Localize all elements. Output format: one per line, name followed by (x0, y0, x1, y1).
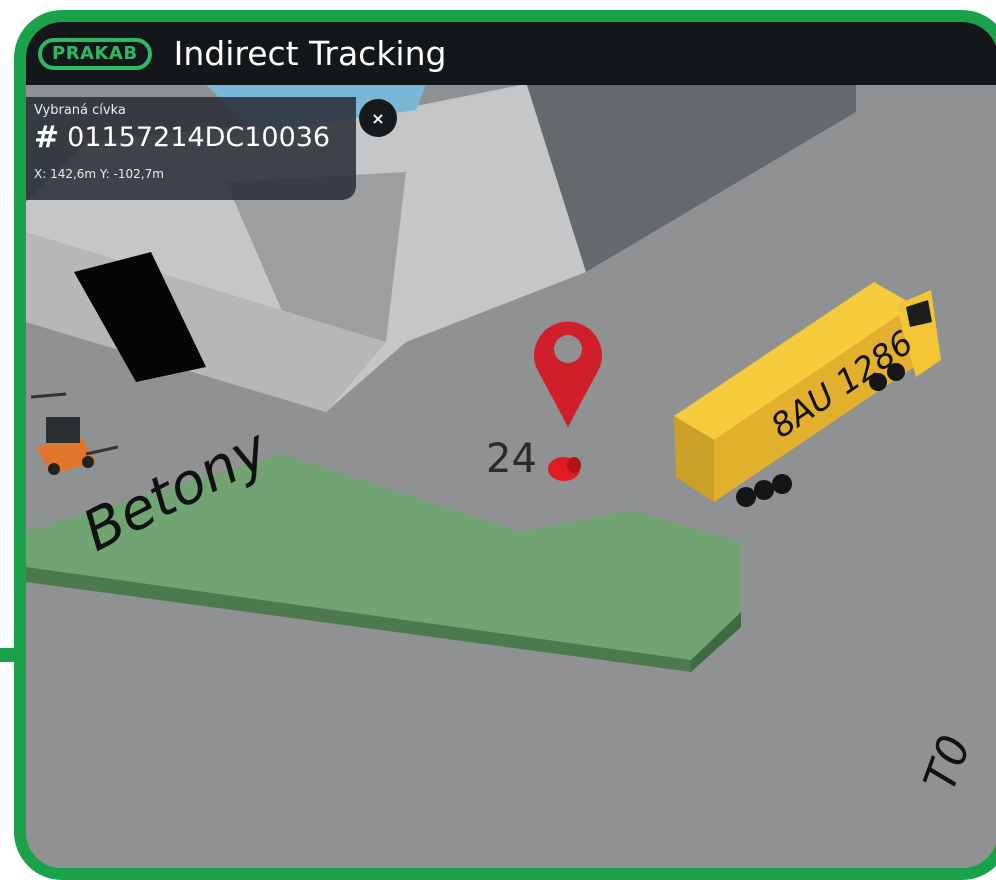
title-bar: PRAKAB Indirect Tracking (26, 22, 996, 85)
app-title: Indirect Tracking (173, 34, 447, 73)
app-frame: Betony 24 8AU 1286 T0 PRAKAB Indirect Tr… (14, 10, 996, 880)
selected-coil-panel: Vybraná cívka # 01157214DC10036 X: 142,6… (26, 97, 356, 200)
warehouse-3d-map[interactable]: Betony 24 8AU 1286 T0 (26, 85, 996, 875)
prakab-logo: PRAKAB (38, 37, 152, 70)
coil-coordinates: X: 142,6m Y: -102,7m (34, 167, 164, 181)
close-icon: × (371, 108, 385, 128)
selected-coil-label: Vybraná cívka (34, 103, 126, 118)
close-button[interactable]: × (359, 99, 397, 137)
coil-id: 01157214DC10036 (67, 122, 331, 153)
coil-id-row: # 01157214DC10036 (34, 120, 348, 155)
hash-icon: # (34, 120, 60, 155)
marker-number: 24 (486, 436, 537, 482)
